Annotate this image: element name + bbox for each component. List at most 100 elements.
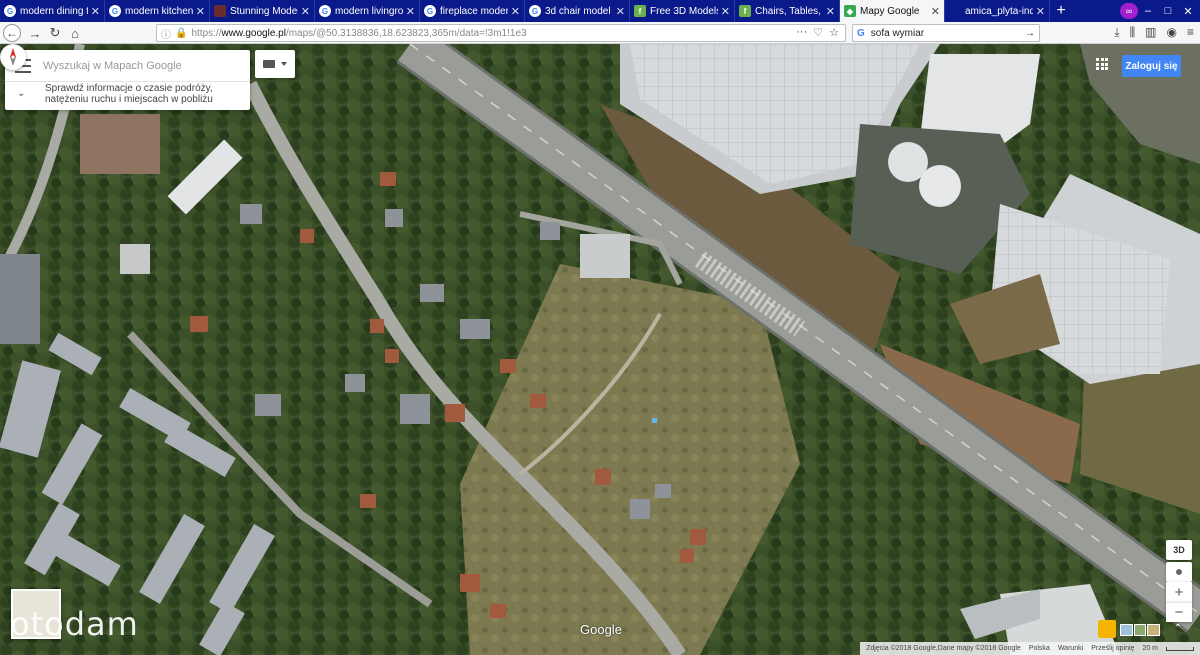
google-icon: G <box>109 5 121 17</box>
tab-title: Mapy Google <box>860 5 920 17</box>
maximize-icon[interactable]: □ <box>1158 0 1178 22</box>
f-icon: f <box>634 5 646 17</box>
sign-in-button[interactable]: Zaloguj się <box>1122 55 1181 77</box>
country-link[interactable]: Polska <box>1029 645 1050 652</box>
feedback-link[interactable]: Prześlij opinię <box>1091 645 1134 652</box>
close-icon[interactable]: ✕ <box>196 5 205 18</box>
divider <box>5 81 250 82</box>
tab[interactable]: G 3d chair model - Sz✕ <box>525 0 630 22</box>
apps-grid-icon[interactable] <box>1096 58 1108 70</box>
tab[interactable]: Stunning Modern Ki✕ <box>210 0 315 22</box>
bookmark-star-icon[interactable]: ☆ <box>829 26 839 39</box>
reload-icon[interactable]: ↻ <box>46 24 64 42</box>
zoom-out-button[interactable]: − <box>1166 602 1192 622</box>
toolbar-icons: ⤓ ⫼ ▥ ◉ ≡ <box>1114 25 1194 40</box>
tab-title: modern dining table <box>20 5 88 17</box>
close-icon[interactable]: ✕ <box>616 5 625 18</box>
tab[interactable]: Gfireplace modern - S✕ <box>420 0 525 22</box>
tab-title: modern kitchen - Sz <box>125 5 193 17</box>
close-icon[interactable]: ✕ <box>826 5 835 18</box>
scale-bar <box>1166 646 1194 651</box>
minimize-icon[interactable]: – <box>1138 0 1158 22</box>
tab[interactable]: Gmodern dining table✕ <box>0 0 105 22</box>
scale-label[interactable]: 20 m <box>1142 645 1158 652</box>
page-actions-icon[interactable]: ··· <box>796 26 807 39</box>
tab[interactable]: amica_plyta-indukcyjna✕ <box>945 0 1050 22</box>
pegman-icon[interactable] <box>1098 620 1116 638</box>
tab[interactable]: f Chairs, Tables, Sofas✕ <box>735 0 840 22</box>
profile-icon[interactable]: ∞ <box>1120 3 1138 19</box>
photo-layer-thumbnails[interactable] <box>1120 624 1161 636</box>
search-go-icon[interactable]: → <box>1025 28 1035 39</box>
close-window-icon[interactable]: ✕ <box>1178 0 1198 22</box>
tab-title: fireplace modern - S <box>440 5 508 17</box>
browser-search-field[interactable]: G sofa wymiar → <box>852 24 1040 42</box>
close-icon[interactable]: ✕ <box>301 5 310 18</box>
sidebar-icon[interactable]: ▥ <box>1145 25 1156 40</box>
maps-search-card: ⌄ Sprawdź informacje o czasie podróży, n… <box>5 50 250 110</box>
close-icon[interactable]: ✕ <box>931 5 940 18</box>
compass-icon[interactable] <box>0 44 26 70</box>
tab-title: 3d chair model - Sz <box>545 5 613 17</box>
library-icon[interactable]: ⫼ <box>1130 25 1136 40</box>
tab-title: amica_plyta-indukcyjna <box>965 5 1033 17</box>
zoom-in-button[interactable]: + <box>1166 582 1192 602</box>
google-icon: G <box>424 5 436 17</box>
travel-info-text[interactable]: Sprawdź informacje o czasie podróży, nat… <box>45 83 250 105</box>
tab[interactable]: Gmodern kitchen - Sz✕ <box>105 0 210 22</box>
hamburger-menu-icon[interactable]: ≡ <box>1187 25 1194 40</box>
info-icon[interactable]: ⓘ <box>161 26 171 41</box>
close-icon[interactable]: ✕ <box>91 5 100 18</box>
expand-icon[interactable]: ⌃ <box>1170 620 1186 636</box>
google-icon: G <box>4 5 16 17</box>
blank-icon <box>949 5 961 17</box>
maps-icon: ◆ <box>844 5 856 17</box>
url-scheme: https:// <box>191 27 222 39</box>
maps-search-input[interactable] <box>43 57 193 75</box>
google-logo: Google <box>580 622 622 637</box>
google-icon: G <box>529 5 541 17</box>
f-icon: f <box>739 5 751 17</box>
terms-link[interactable]: Warunki <box>1058 645 1083 652</box>
navigation-bar: ← → ↻ ⌂ ⓘ 🔒 https://www.google.pl/maps/@… <box>0 22 1200 44</box>
chevron-down-icon[interactable]: ⌄ <box>17 88 25 99</box>
map-footer: Zdjęcia ©2018 Google,Dane mapy ©2018 Goo… <box>860 642 1200 655</box>
site-icon <box>214 5 226 17</box>
tab-active[interactable]: ◆ Mapy Google ✕ <box>840 0 945 22</box>
tab[interactable]: f Free 3D Models and✕ <box>630 0 735 22</box>
address-bar[interactable]: ⓘ 🔒 https://www.google.pl/maps/@50.31388… <box>156 24 846 42</box>
my-location-button[interactable] <box>1166 562 1192 582</box>
browser-search-value: sofa wymiar <box>870 27 925 39</box>
tab-title: Free 3D Models and <box>650 5 718 17</box>
attribution: Zdjęcia ©2018 Google,Dane mapy ©2018 Goo… <box>866 645 1021 652</box>
keyboard-icon <box>263 60 275 68</box>
google-icon: G <box>319 5 331 17</box>
toggle-3d-button[interactable]: 3D <box>1166 540 1192 560</box>
tab-title: modern livingroom <box>335 5 403 17</box>
url-actions: ··· ♡ ☆ <box>796 26 839 39</box>
otodam-watermark: otodam <box>10 605 139 643</box>
home-icon[interactable]: ⌂ <box>66 24 84 42</box>
close-icon[interactable]: ✕ <box>406 5 415 18</box>
url-domain: www.google.pl <box>221 27 286 39</box>
close-icon[interactable]: ✕ <box>721 5 730 18</box>
close-icon[interactable]: ✕ <box>511 5 520 18</box>
tab-bar: Gmodern dining table✕ Gmodern kitchen - … <box>0 0 1200 22</box>
satellite-map[interactable]: ⌄ Sprawdź informacje o czasie podróży, n… <box>0 44 1200 655</box>
back-icon[interactable]: ← <box>3 24 21 42</box>
forward-icon[interactable]: → <box>26 24 44 42</box>
tab-title: Chairs, Tables, Sofas <box>755 5 823 17</box>
caret-down-icon <box>281 62 287 66</box>
close-icon[interactable]: ✕ <box>1036 5 1045 18</box>
download-icon[interactable]: ⤓ <box>1114 25 1119 40</box>
tab[interactable]: Gmodern livingroom✕ <box>315 0 420 22</box>
location-icon <box>1176 569 1182 575</box>
layers-button[interactable] <box>255 50 295 78</box>
satellite-imagery <box>0 44 1200 655</box>
extension-icon[interactable]: ◉ <box>1167 25 1177 40</box>
url-path: /maps/@50.3138836,18.623823,365m/data=!3… <box>285 27 527 39</box>
pocket-icon[interactable]: ♡ <box>813 26 823 39</box>
google-icon: G <box>857 27 865 39</box>
lock-icon: 🔒 <box>175 27 188 39</box>
new-tab-button[interactable]: + <box>1050 0 1072 22</box>
